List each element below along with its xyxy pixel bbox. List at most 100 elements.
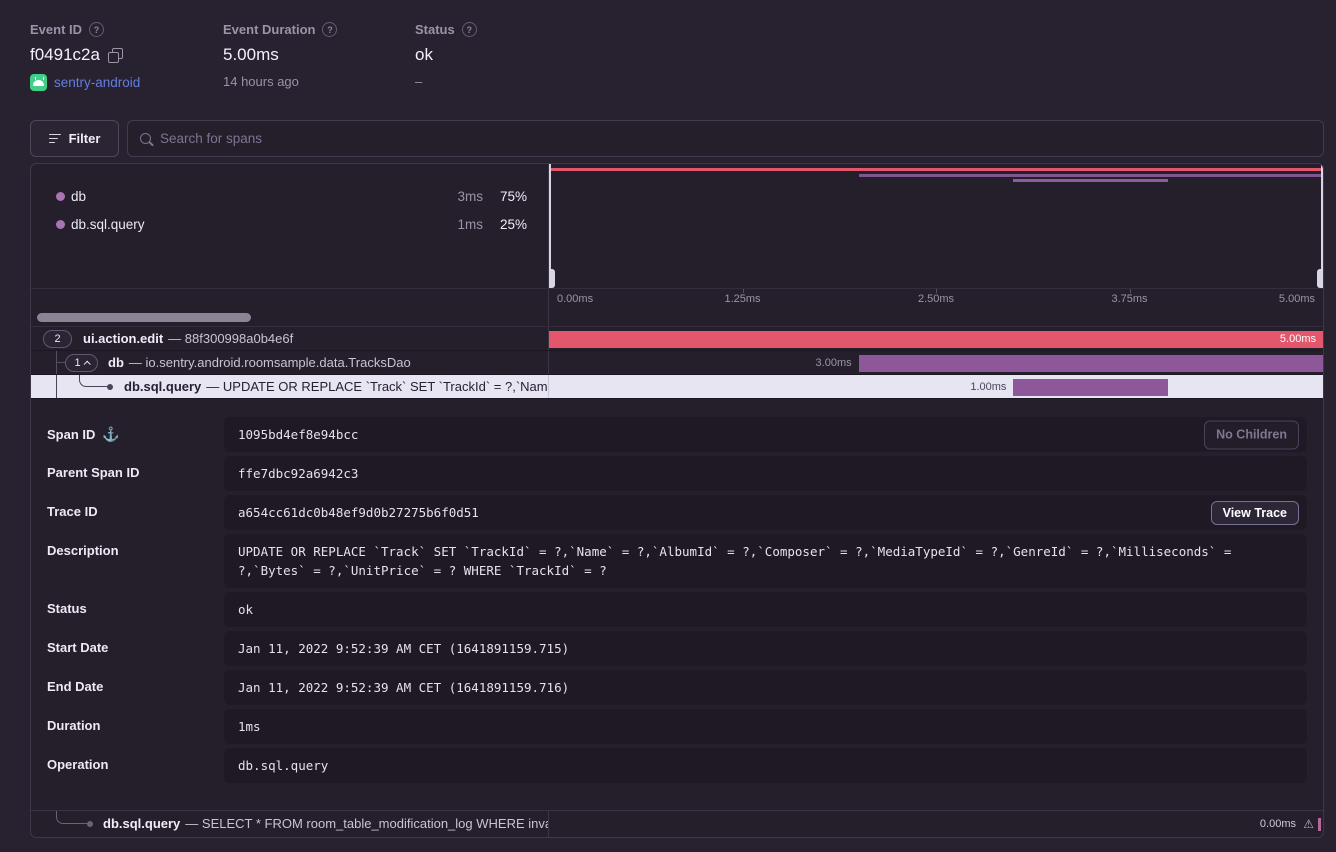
zero-duration-tick xyxy=(1318,818,1321,831)
span-duration-label: 1.00ms xyxy=(970,375,1013,398)
event-duration-value: 5.00ms xyxy=(223,45,279,65)
detail-value: 1ms xyxy=(238,719,261,734)
detail-value: Jan 11, 2022 9:52:39 AM CET (1641891159.… xyxy=(238,641,569,656)
chevron-up-icon xyxy=(83,360,90,367)
span-duration-bar: 5.00ms xyxy=(549,331,1323,348)
detail-label: Trace ID xyxy=(47,504,98,519)
tree-connector-line xyxy=(57,362,65,363)
legend-item-db-sql-query[interactable]: db.sql.query 1ms 25% xyxy=(31,210,548,238)
span-operation: ui.action.edit xyxy=(83,331,163,346)
tree-leaf-dot xyxy=(107,384,113,390)
minimap-span-bar xyxy=(1013,179,1168,182)
event-id-label: Event ID xyxy=(30,22,82,37)
span-row-ui-action-edit[interactable]: 2 ui.action.edit — 88f300998a0b4e6f 5.00m… xyxy=(31,327,1323,351)
span-description: — io.sentry.android.roomsample.data.Trac… xyxy=(129,355,411,370)
event-id-value: f0491c2a xyxy=(30,45,100,65)
scrollbar-strip xyxy=(31,309,1323,327)
badge-count: 1 xyxy=(74,355,80,371)
android-project-icon xyxy=(30,74,47,91)
span-duration-bar xyxy=(1013,379,1168,396)
event-header: Event ID ? f0491c2a sentry-android Event… xyxy=(0,22,1336,102)
status-label: Status xyxy=(415,22,455,37)
detail-value: a654cc61dc0b48ef9d0b27275b6f0d51 xyxy=(238,505,479,520)
span-description: — SELECT * FROM room_table_modification_… xyxy=(185,816,549,831)
span-operation: db.sql.query xyxy=(103,816,180,831)
detail-value: Jan 11, 2022 9:52:39 AM CET (1641891159.… xyxy=(238,680,569,695)
detail-value-box: Jan 11, 2022 9:52:39 AM CET (1641891159.… xyxy=(224,670,1307,705)
viewport-handle-left[interactable] xyxy=(549,164,551,288)
detail-value-box: a654cc61dc0b48ef9d0b27275b6f0d51 View Tr… xyxy=(224,495,1307,530)
status-sub: – xyxy=(415,74,422,89)
span-row-db-sql-query-selected[interactable]: db.sql.query — UPDATE OR REPLACE `Track` … xyxy=(31,375,1323,399)
axis-label: 3.75ms xyxy=(1111,293,1147,305)
help-icon[interactable]: ? xyxy=(89,22,104,37)
axis-label: 5.00ms xyxy=(1279,293,1315,305)
minimap-span-bar xyxy=(549,168,1323,171)
legend-item-db[interactable]: db 3ms 75% xyxy=(31,182,548,210)
span-description: — 88f300998a0b4e6f xyxy=(168,331,293,346)
detail-row-span-id: Span ID ⚓ 1095bd4ef8e94bcc No Children xyxy=(47,417,1307,452)
detail-label: Description xyxy=(47,543,119,558)
legend-op-percent: 75% xyxy=(489,189,527,204)
horizontal-scrollbar[interactable] xyxy=(37,313,251,322)
detail-value-box: ok xyxy=(224,592,1307,627)
span-description: — UPDATE OR REPLACE `Track` SET `TrackId… xyxy=(206,379,549,394)
tree-leaf-dot xyxy=(87,821,93,827)
span-duration-label: 5.00ms xyxy=(1280,331,1316,348)
help-icon[interactable]: ? xyxy=(462,22,477,37)
span-operation: db.sql.query xyxy=(124,379,201,394)
span-duration-label: 3.00ms xyxy=(816,351,859,374)
detail-label: Duration xyxy=(47,718,100,733)
handle-grip[interactable] xyxy=(549,269,555,288)
legend-op-duration: 1ms xyxy=(457,217,483,232)
detail-row-duration: Duration 1ms xyxy=(47,709,1307,744)
span-duration-label: 0.00ms xyxy=(1260,811,1296,837)
anchor-icon[interactable]: ⚓ xyxy=(102,426,119,443)
detail-label: Operation xyxy=(47,757,108,772)
detail-row-end-date: End Date Jan 11, 2022 9:52:39 AM CET (16… xyxy=(47,670,1307,705)
event-id-column: Event ID ? f0491c2a sentry-android xyxy=(30,22,140,91)
op-color-dot xyxy=(56,220,65,229)
span-search-box[interactable] xyxy=(127,120,1324,157)
legend-op-duration: 3ms xyxy=(457,189,483,204)
span-detail-panel: Span ID ⚓ 1095bd4ef8e94bcc No Children P… xyxy=(31,399,1323,810)
span-row-db[interactable]: 1 db — io.sentry.android.roomsample.data.… xyxy=(31,351,1323,375)
event-duration-column: Event Duration ? 5.00ms 14 hours ago xyxy=(223,22,337,89)
trace-panel: db 3ms 75% db.sql.query 1ms 25% 0 xyxy=(30,163,1324,838)
span-search-input[interactable] xyxy=(160,131,1311,146)
span-operation: db xyxy=(108,355,124,370)
handle-grip[interactable] xyxy=(1317,269,1323,288)
op-color-dot xyxy=(56,192,65,201)
viewport-handle-right[interactable] xyxy=(1321,164,1323,288)
detail-label: Status xyxy=(47,601,87,616)
search-icon xyxy=(140,133,151,144)
detail-value-box: db.sql.query xyxy=(224,748,1307,783)
detail-value-box: 1095bd4ef8e94bcc No Children xyxy=(224,417,1307,452)
detail-row-description: Description UPDATE OR REPLACE `Track` SE… xyxy=(47,534,1307,588)
detail-row-start-date: Start Date Jan 11, 2022 9:52:39 AM CET (… xyxy=(47,631,1307,666)
span-duration-bar xyxy=(859,355,1323,372)
axis-label: 2.50ms xyxy=(918,293,954,305)
tree-connector-line xyxy=(56,375,57,398)
toolbar: Filter xyxy=(30,120,1324,157)
help-icon[interactable]: ? xyxy=(322,22,337,37)
tree-connector-elbow xyxy=(79,375,107,387)
view-trace-button[interactable]: View Trace xyxy=(1211,501,1299,525)
minimap[interactable] xyxy=(549,164,1323,288)
span-row-db-sql-query-select[interactable]: db.sql.query — SELECT * FROM room_table_m… xyxy=(31,810,1323,837)
copy-icon[interactable] xyxy=(108,48,123,63)
no-children-badge: No Children xyxy=(1204,420,1299,449)
axis-label: 1.25ms xyxy=(724,293,760,305)
filter-icon xyxy=(49,134,61,144)
status-column: Status ? ok – xyxy=(415,22,477,89)
status-value: ok xyxy=(415,45,433,65)
filter-button[interactable]: Filter xyxy=(30,120,119,157)
project-link[interactable]: sentry-android xyxy=(54,75,140,90)
detail-label: Span ID xyxy=(47,427,95,442)
children-count-badge[interactable]: 2 xyxy=(43,330,72,348)
detail-label: Start Date xyxy=(47,640,108,655)
detail-value: ok xyxy=(238,602,253,617)
children-count-badge[interactable]: 1 xyxy=(65,354,98,372)
tree-connector-elbow xyxy=(56,811,89,824)
detail-row-parent-span-id: Parent Span ID ffe7dbc92a6942c3 xyxy=(47,456,1307,491)
